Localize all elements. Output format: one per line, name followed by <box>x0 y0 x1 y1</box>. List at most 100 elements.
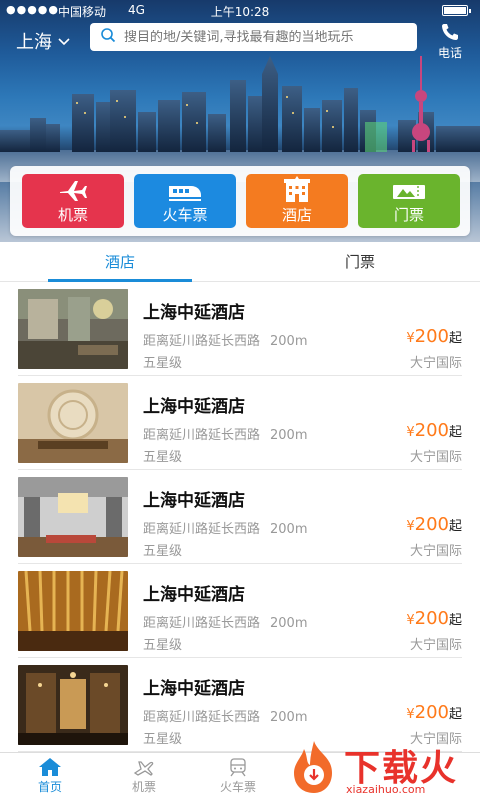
ticket-category-button[interactable]: 门票 <box>358 174 460 228</box>
price-suffix: 起 <box>448 331 462 346</box>
price-suffix: 起 <box>448 613 462 628</box>
flight-category-button[interactable]: 机票 <box>22 174 124 228</box>
hotel-price: ¥200起 <box>406 608 462 629</box>
nav-label: 机票 <box>131 780 156 794</box>
hotel-distance: 200m <box>270 334 308 349</box>
hotel-distance: 200m <box>270 522 308 537</box>
nav-label: 火车票 <box>219 780 256 794</box>
nav-train[interactable]: 火车票 <box>208 757 268 795</box>
currency-symbol: ¥ <box>406 425 415 440</box>
hotel-list-item[interactable]: 上海中延酒店距离延川路延长西路 200m 五星级 ¥200起大宁国际 <box>0 470 480 564</box>
hotel-distance: 200m <box>270 616 308 631</box>
hotel-star-level: 五星级 <box>143 544 183 559</box>
hotel-address-text: 距离延川路延长西路 <box>143 710 261 725</box>
hotel-price: ¥200起 <box>406 514 462 535</box>
hero-banner: ●●●●● 中国移动 4G 上午10:28 上海 电话 机票 <box>0 0 480 242</box>
tab-bar: 酒店 门票 <box>0 242 480 282</box>
hotel-star-level: 五星级 <box>143 732 183 747</box>
hotel-area: 大宁国际 <box>409 450 462 465</box>
phone-button[interactable]: 电话 <box>434 22 466 61</box>
hotel-list-item[interactable]: 上海中延酒店距离延川路延长西路 200m 五星级 ¥200起大宁国际 <box>0 564 480 658</box>
watermark-logo: 下载火 xiazaihuo.com <box>282 735 480 800</box>
clock: 上午10:28 <box>210 5 270 19</box>
price-suffix: 起 <box>448 519 462 534</box>
hotel-name: 上海中延酒店 <box>143 491 245 511</box>
hotel-distance: 200m <box>270 428 308 443</box>
hotel-photo <box>18 571 128 651</box>
hotel-photo <box>18 477 128 557</box>
category-label: 门票 <box>393 206 424 224</box>
home-icon <box>20 757 80 777</box>
currency-symbol: ¥ <box>406 331 415 346</box>
city-selector[interactable]: 上海 <box>16 28 70 54</box>
hotel-address: 距离延川路延长西路 200m <box>143 424 308 443</box>
category-panel: 机票 火车票 酒店 门票 <box>10 166 470 236</box>
nav-label: 首页 <box>37 780 62 794</box>
hotel-star-level: 五星级 <box>143 450 183 465</box>
battery-icon <box>442 5 471 16</box>
price-suffix: 起 <box>448 707 462 722</box>
hotel-name: 上海中延酒店 <box>143 585 245 605</box>
train-icon <box>134 174 236 202</box>
nav-home[interactable]: 首页 <box>20 757 80 795</box>
hotel-price: ¥200起 <box>406 420 462 441</box>
hotel-category-button[interactable]: 酒店 <box>246 174 348 228</box>
hotel-distance: 200m <box>270 710 308 725</box>
search-input[interactable] <box>124 29 404 45</box>
hotel-photo <box>18 383 128 463</box>
skyline-image <box>0 56 480 182</box>
airplane-icon <box>114 757 174 777</box>
ticket-icon <box>358 174 460 202</box>
hotel-name: 上海中延酒店 <box>143 397 245 417</box>
price-value: 200 <box>414 608 449 629</box>
search-icon <box>100 27 116 47</box>
tab-hotel[interactable]: 酒店 <box>0 242 240 282</box>
hotel-icon <box>246 174 348 202</box>
status-bar: ●●●●● 中国移动 4G 上午10:28 <box>0 0 480 20</box>
hotel-list-item[interactable]: 上海中延酒店距离延川路延长西路 200m 五星级 ¥200起大宁国际 <box>0 376 480 470</box>
nav-flight[interactable]: 机票 <box>114 757 174 795</box>
airplane-icon <box>22 174 124 202</box>
category-label: 机票 <box>57 206 88 224</box>
hotel-address: 距离延川路延长西路 200m <box>143 330 308 349</box>
price-suffix: 起 <box>448 425 462 440</box>
flame-icon <box>294 741 332 793</box>
train-icon <box>208 757 268 777</box>
hotel-area: 大宁国际 <box>409 638 462 653</box>
currency-symbol: ¥ <box>406 707 415 722</box>
hotel-address-text: 距离延川路延长西路 <box>143 616 261 631</box>
price-value: 200 <box>414 420 449 441</box>
chevron-down-icon <box>58 35 70 49</box>
hotel-price: ¥200起 <box>406 702 462 723</box>
hotel-star-level: 五星级 <box>143 638 183 653</box>
hotel-name: 上海中延酒店 <box>143 679 245 699</box>
currency-symbol: ¥ <box>406 613 415 628</box>
price-value: 200 <box>414 702 449 723</box>
hotel-price: ¥200起 <box>406 326 462 347</box>
price-value: 200 <box>414 514 449 535</box>
search-box[interactable] <box>90 23 417 51</box>
hotel-star-level: 五星级 <box>143 356 183 371</box>
tab-ticket[interactable]: 门票 <box>240 242 480 282</box>
phone-label: 电话 <box>437 46 462 60</box>
price-value: 200 <box>414 326 449 347</box>
hotel-address: 距离延川路延长西路 200m <box>143 706 308 725</box>
hotel-list: 上海中延酒店 距离延川路延长西路 200m 五星级 ¥200起 大宁国际 上海中延酒店 距离延… <box>0 282 480 752</box>
phone-icon <box>434 22 466 42</box>
category-label: 酒店 <box>281 206 312 224</box>
hotel-address-text: 距离延川路延长西路 <box>143 428 261 443</box>
train-category-button[interactable]: 火车票 <box>134 174 236 228</box>
category-label: 火车票 <box>162 206 208 224</box>
watermark-url: xiazaihuo.com <box>346 783 426 796</box>
hotel-address: 距离延川路延长西路 200m <box>143 612 308 631</box>
hotel-area: 大宁国际 <box>409 544 462 559</box>
hotel-address-text: 距离延川路延长西路 <box>143 522 261 537</box>
currency-symbol: ¥ <box>406 519 415 534</box>
hotel-address-text: 距离延川路延长西路 <box>143 334 261 349</box>
city-name: 上海 <box>16 32 52 53</box>
hotel-name: 上海中延酒店 <box>143 303 245 323</box>
hotel-address: 距离延川路延长西路 200m <box>143 518 308 537</box>
hotel-list-item[interactable]: 上海中延酒店距离延川路延长西路 200m 五星级 ¥200起大宁国际 <box>0 282 480 376</box>
hotel-area: 大宁国际 <box>409 356 462 371</box>
hotel-photo <box>18 665 128 745</box>
